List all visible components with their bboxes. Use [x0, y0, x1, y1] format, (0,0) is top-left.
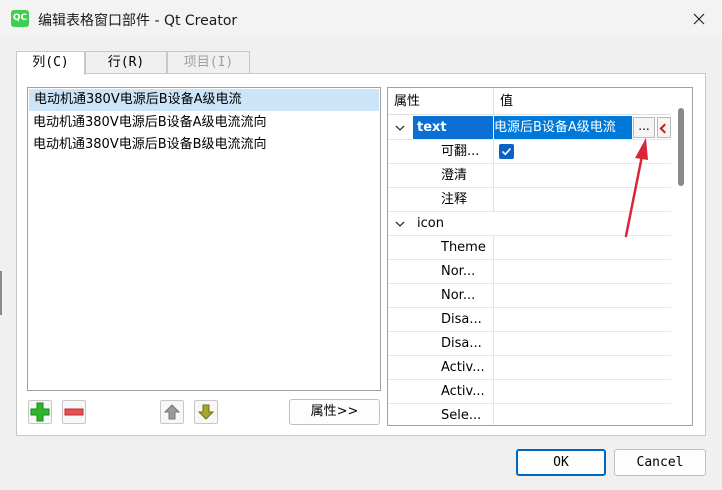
- prop-row-normal-off[interactable]: Nor...: [388, 260, 671, 284]
- close-button[interactable]: [676, 0, 722, 38]
- arrow-up-icon: [163, 404, 181, 420]
- tab-columns[interactable]: 列(C): [16, 51, 85, 75]
- arrow-down-icon: [197, 404, 215, 420]
- list-item[interactable]: 电动机通380V电源后B设备A级电流流向: [28, 112, 380, 134]
- header-property: 属性: [388, 88, 494, 115]
- prop-value[interactable]: [494, 260, 671, 283]
- prop-row-selected-off[interactable]: Sele...: [388, 404, 671, 425]
- tab-items[interactable]: 项目(I): [167, 51, 250, 74]
- plus-icon: [30, 402, 50, 422]
- remove-column-button[interactable]: [62, 400, 86, 424]
- ok-button[interactable]: OK: [516, 449, 606, 476]
- properties-button[interactable]: 属性>>: [289, 399, 380, 425]
- list-item[interactable]: 电动机通380V电源后B设备B级电流流向: [28, 134, 380, 156]
- prop-row-active-on[interactable]: Activ...: [388, 380, 671, 404]
- translatable-checkbox[interactable]: [499, 144, 514, 159]
- prop-row-disabled-off[interactable]: Disa...: [388, 308, 671, 332]
- prop-row-disabled-on[interactable]: Disa...: [388, 332, 671, 356]
- prop-name: Activ...: [441, 384, 485, 399]
- prop-row-normal-on[interactable]: Nor...: [388, 284, 671, 308]
- close-icon: [693, 13, 705, 25]
- prop-value[interactable]: [494, 308, 671, 331]
- move-down-button[interactable]: [194, 400, 218, 424]
- add-column-button[interactable]: [28, 400, 52, 424]
- qt-creator-logo-icon: QC: [11, 10, 29, 27]
- prop-name: Disa...: [441, 312, 482, 327]
- prop-value[interactable]: [494, 332, 671, 355]
- prop-name: Sele...: [441, 408, 482, 423]
- header-value: 值: [500, 94, 514, 109]
- prop-name: Activ...: [441, 360, 485, 375]
- background-edge: [0, 271, 2, 315]
- check-icon: [501, 147, 512, 156]
- prop-name: Nor...: [441, 288, 476, 303]
- prop-name: Nor...: [441, 264, 476, 279]
- list-item[interactable]: 电动机通380V电源后B设备A级电流: [29, 89, 379, 111]
- prop-name: 可翻...: [441, 144, 480, 159]
- prop-name: 注释: [441, 192, 468, 207]
- prop-value[interactable]: [494, 356, 671, 379]
- prop-name: Disa...: [441, 336, 482, 351]
- tab-rows[interactable]: 行(R): [85, 51, 167, 74]
- prop-value[interactable]: [494, 284, 671, 307]
- move-up-button[interactable]: [160, 400, 184, 424]
- prop-name: 澄清: [441, 168, 468, 183]
- prop-value[interactable]: [494, 380, 671, 403]
- column-list[interactable]: 电动机通380V电源后B设备A级电流 电动机通380V电源后B设备A级电流流向 …: [27, 87, 381, 391]
- prop-name: text: [417, 120, 447, 135]
- property-scrollbar-thumb[interactable]: [678, 108, 684, 186]
- property-header: 属性 值: [388, 88, 671, 115]
- chevron-down-icon[interactable]: [394, 122, 406, 134]
- prop-name: Theme: [441, 240, 486, 255]
- cancel-button[interactable]: Cancel: [614, 449, 706, 476]
- annotation-arrow-icon: [624, 138, 648, 238]
- title-bar: QC 编辑表格窗口部件 - Qt Creator: [0, 0, 722, 38]
- chevron-down-icon[interactable]: [394, 218, 406, 230]
- prop-value[interactable]: [494, 404, 671, 425]
- prop-row-active-off[interactable]: Activ...: [388, 356, 671, 380]
- prop-name: icon: [417, 216, 444, 231]
- window-title: 编辑表格窗口部件 - Qt Creator: [38, 13, 238, 29]
- minus-icon: [64, 408, 84, 416]
